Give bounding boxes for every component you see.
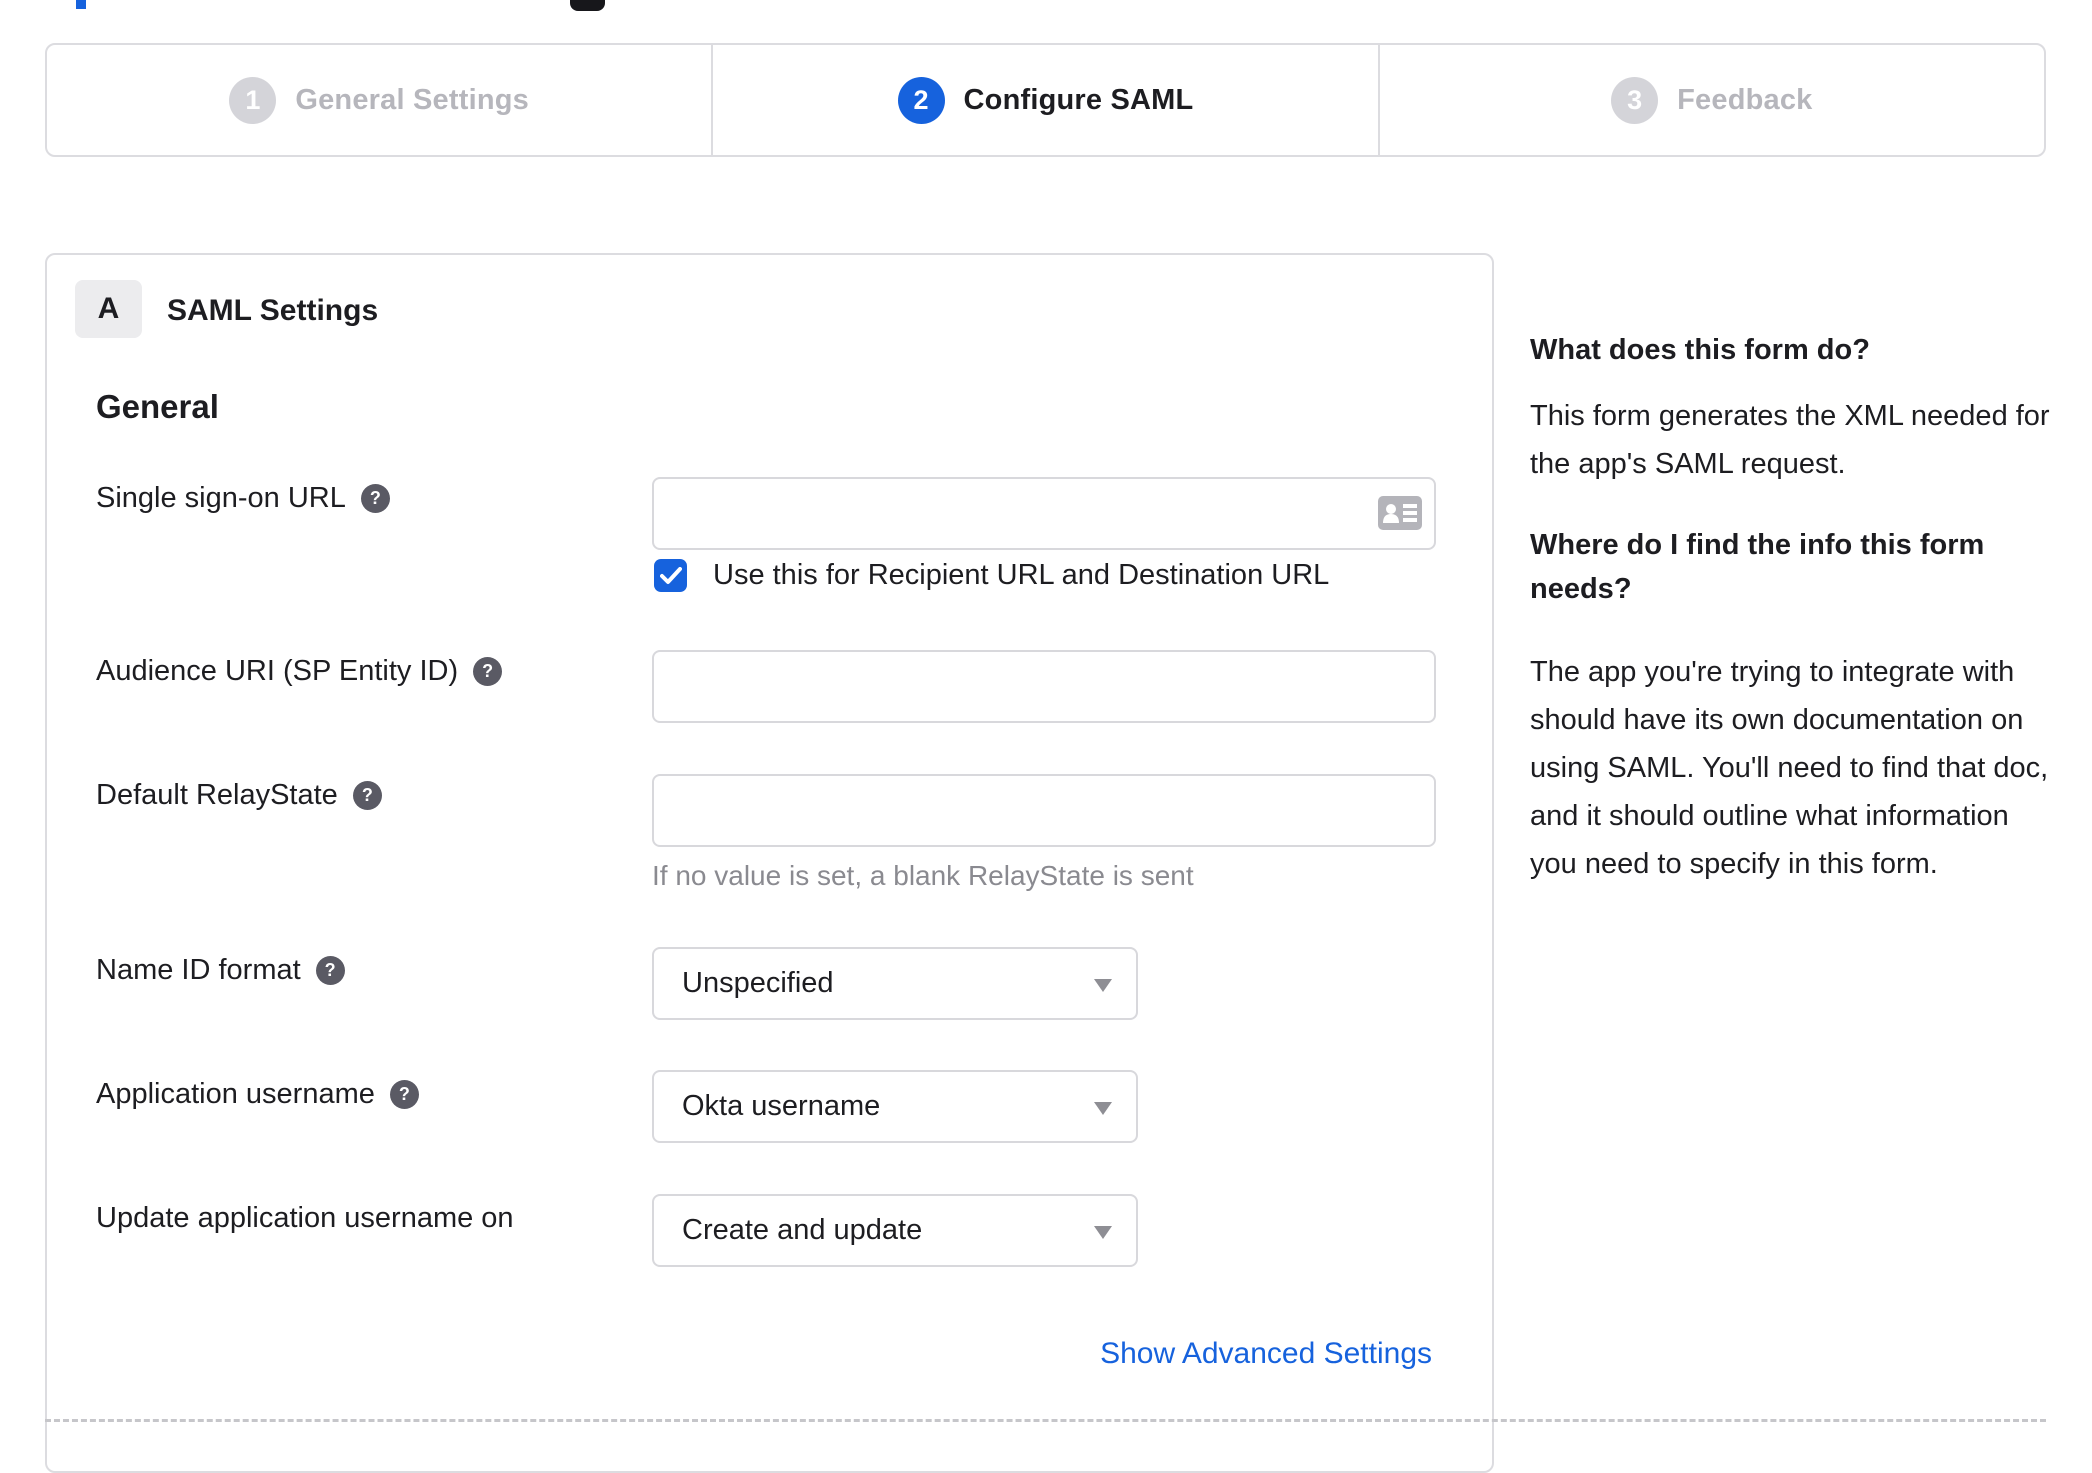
application-username-label: Application username ? [96,1078,419,1111]
select-value: Create and update [682,1214,923,1246]
step-general-settings[interactable]: 1 General Settings [47,45,711,155]
checkmark-icon [659,566,682,584]
label-text: Default RelayState [96,779,338,811]
default-relaystate-label: Default RelayState ? [96,779,382,812]
contact-card-icon [1378,496,1422,530]
step-feedback[interactable]: 3 Feedback [1377,45,2044,155]
chevron-down-icon [1094,1102,1112,1115]
sso-url-input[interactable] [652,477,1436,550]
step-number-badge: 1 [229,76,277,124]
wizard-stepper: 1 General Settings 2 Configure SAML 3 Fe… [45,43,2046,157]
sso-url-input-wrap [652,477,1436,550]
step-configure-saml[interactable]: 2 Configure SAML [711,45,1377,155]
help-icon[interactable]: ? [315,956,345,985]
label-text: Audience URI (SP Entity ID) [96,655,459,687]
application-username-select[interactable]: Okta username [652,1070,1138,1143]
cropped-blue-artifact [76,0,86,9]
step-number-badge: 2 [897,76,945,124]
section-a-badge: A [75,280,142,338]
select-value: Unspecified [682,967,834,999]
audience-uri-label: Audience URI (SP Entity ID) ? [96,655,503,688]
label-text: Update application username on [96,1202,514,1234]
step-number-badge: 3 [1611,76,1659,124]
audience-uri-input[interactable] [652,650,1436,723]
label-text: Application username [96,1078,375,1110]
update-application-username-label: Update application username on [96,1202,514,1235]
step-label: Feedback [1677,83,1813,116]
step-label: General Settings [295,83,529,116]
relaystate-hint: If no value is set, a blank RelayState i… [652,860,1194,891]
help-heading-what: What does this form do? [1530,334,1870,366]
recipient-url-checkbox-label: Use this for Recipient URL and Destinati… [713,559,1330,591]
label-text: Name ID format [96,954,301,986]
select-value: Okta username [682,1090,881,1122]
recipient-url-checkbox-row: Use this for Recipient URL and Destinati… [654,559,1329,592]
default-relaystate-input[interactable] [652,774,1436,847]
help-heading-where: Where do I find the info this form needs… [1530,529,1985,605]
help-icon[interactable]: ? [352,781,382,810]
sso-url-label: Single sign-on URL ? [96,482,390,515]
name-id-format-label: Name ID format ? [96,954,345,987]
chevron-down-icon [1094,979,1112,992]
recipient-url-checkbox[interactable] [654,559,687,592]
cropped-dark-artifact [570,0,605,11]
update-application-username-select[interactable]: Create and update [652,1194,1138,1267]
help-paragraph-what: This form generates the XML needed for t… [1530,400,2050,480]
name-id-format-select[interactable]: Unspecified [652,947,1138,1020]
group-heading-general: General [96,388,219,425]
saml-settings-panel: A SAML Settings General Single sign-on U… [45,253,1494,1473]
label-text: Single sign-on URL [96,482,346,514]
chevron-down-icon [1094,1226,1112,1239]
help-icon[interactable]: ? [389,1080,419,1109]
footer-dashed-divider [45,1419,2046,1422]
help-paragraph-where: The app you're trying to integrate with … [1530,656,2049,880]
help-icon[interactable]: ? [360,484,390,513]
show-advanced-settings-link[interactable]: Show Advanced Settings [1100,1337,1432,1371]
help-icon[interactable]: ? [473,657,503,686]
step-label: Configure SAML [963,83,1194,116]
section-title: SAML Settings [167,294,379,327]
